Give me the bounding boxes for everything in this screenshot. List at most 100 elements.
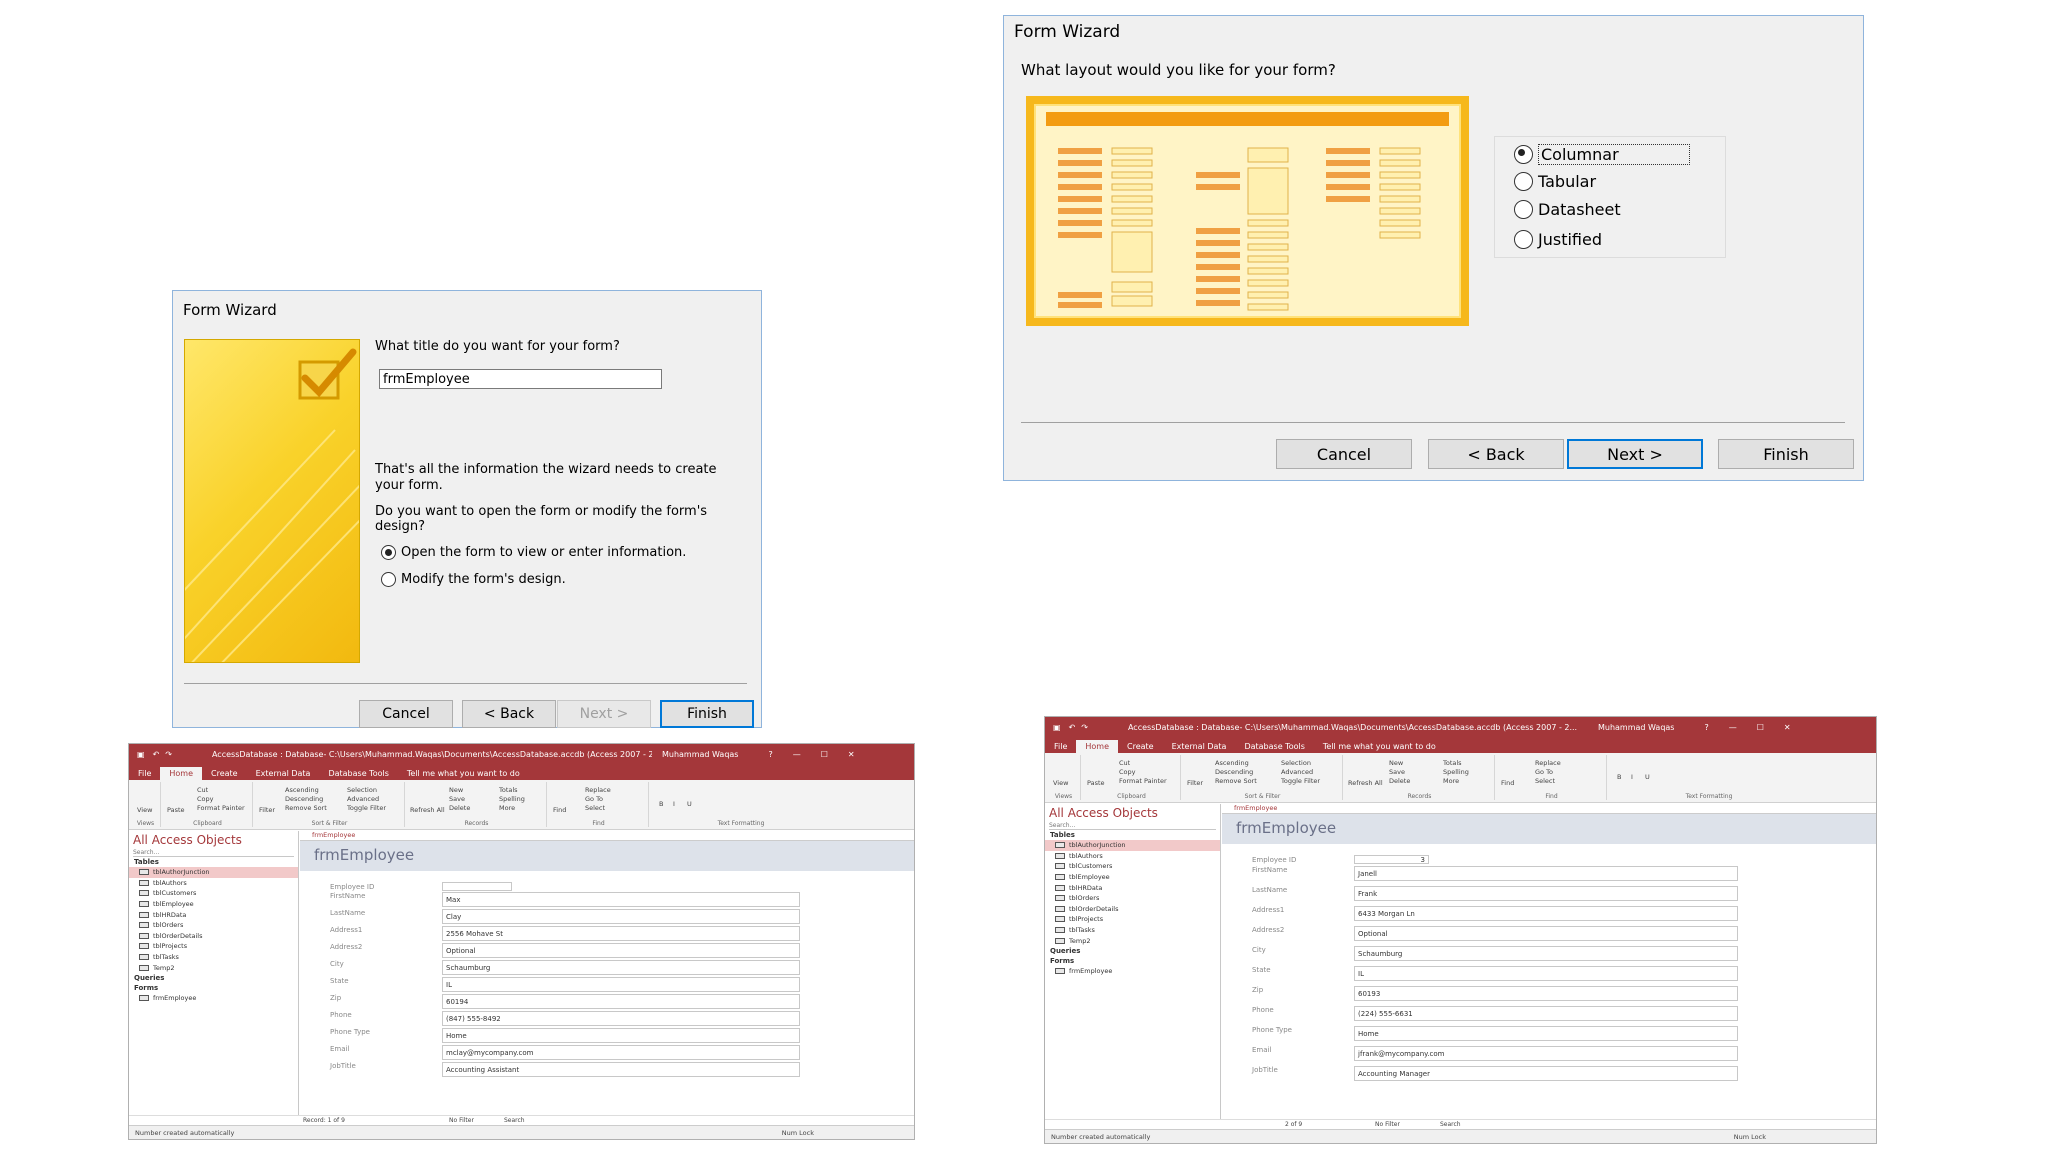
field-jobtitle[interactable]: Accounting Assistant	[442, 1062, 800, 1077]
cut-button[interactable]: Cut	[197, 786, 208, 794]
nav-table-item[interactable]: tblOrderDetails	[129, 931, 298, 942]
field-city[interactable]: Schaumburg	[1354, 946, 1738, 961]
field-address2[interactable]: Optional	[442, 943, 800, 958]
nav-section-queries[interactable]: Queries	[1045, 946, 1220, 956]
nav-section-forms[interactable]: Forms	[129, 983, 298, 993]
refresh-all-button[interactable]: Refresh All	[1348, 779, 1383, 787]
field-employee-id[interactable]: 3	[1354, 855, 1429, 864]
tab-file[interactable]: File	[129, 767, 160, 780]
field-phone[interactable]: (847) 555-8492	[442, 1011, 800, 1026]
field-lastname[interactable]: Clay	[442, 909, 800, 924]
tab-file[interactable]: File	[1045, 740, 1076, 753]
radio-tabular[interactable]: Tabular	[1514, 172, 1596, 191]
nav-section-forms[interactable]: Forms	[1045, 956, 1220, 966]
tab-external-data[interactable]: External Data	[1163, 740, 1236, 753]
more-button[interactable]: More	[499, 804, 515, 812]
close-icon[interactable]: ✕	[1784, 723, 1791, 732]
record-position[interactable]: Record: 1 of 9	[303, 1117, 345, 1124]
minimize-icon[interactable]: —	[1729, 723, 1737, 732]
view-button[interactable]: View	[137, 806, 152, 814]
filter-button[interactable]: Filter	[1187, 779, 1203, 787]
nav-table-item[interactable]: tblOrders	[129, 920, 298, 931]
tab-home[interactable]: Home	[160, 767, 203, 780]
tab-create[interactable]: Create	[1118, 740, 1163, 753]
spelling-button[interactable]: Spelling	[1443, 768, 1469, 776]
nav-table-item[interactable]: tblCustomers	[129, 888, 298, 899]
next-button[interactable]: Next >	[557, 700, 651, 728]
field-address1[interactable]: 2556 Mohave St	[442, 926, 800, 941]
go-to-button[interactable]: Go To	[1535, 768, 1553, 776]
underline-button[interactable]: U	[687, 800, 692, 808]
remove-sort-button[interactable]: Remove Sort	[285, 804, 327, 812]
record-position[interactable]: 2 of 9	[1285, 1121, 1302, 1128]
ascending-button[interactable]: Ascending	[1215, 759, 1249, 767]
nav-table-item[interactable]: tblHRData	[129, 909, 298, 920]
radio-justified[interactable]: Justified	[1514, 230, 1602, 249]
cancel-button[interactable]: Cancel	[359, 700, 453, 728]
nav-table-item[interactable]: tblTasks	[129, 952, 298, 963]
bold-button[interactable]: B	[1617, 773, 1621, 781]
nav-title[interactable]: All Access Objects	[1045, 804, 1220, 822]
tell-me-search[interactable]: Tell me what you want to do	[398, 767, 529, 780]
minimize-icon[interactable]: —	[793, 750, 801, 759]
back-button[interactable]: < Back	[462, 700, 556, 728]
field-jobtitle[interactable]: Accounting Manager	[1354, 1066, 1738, 1081]
nav-section-tables[interactable]: Tables	[129, 857, 298, 867]
advanced-button[interactable]: Advanced	[1281, 768, 1313, 776]
tab-database-tools[interactable]: Database Tools	[319, 767, 397, 780]
save-record-button[interactable]: Save	[449, 795, 465, 803]
field-firstname[interactable]: Janell	[1354, 866, 1738, 881]
nav-table-item[interactable]: tblCustomers	[1045, 861, 1220, 872]
form-title-input[interactable]	[379, 369, 662, 389]
toggle-filter-button[interactable]: Toggle Filter	[1281, 777, 1320, 785]
nav-title[interactable]: All Access Objects	[129, 831, 298, 849]
field-email[interactable]: jfrank@mycompany.com	[1354, 1046, 1738, 1061]
cancel-button[interactable]: Cancel	[1276, 439, 1412, 469]
field-city[interactable]: Schaumburg	[442, 960, 800, 975]
nav-table-item[interactable]: tblTasks	[1045, 925, 1220, 936]
new-record-button[interactable]: New	[1389, 759, 1403, 767]
more-button[interactable]: More	[1443, 777, 1459, 785]
nav-table-item[interactable]: tblProjects	[1045, 914, 1220, 925]
radio-datasheet[interactable]: Datasheet	[1514, 200, 1621, 219]
nav-table-item[interactable]: tblAuthors	[1045, 851, 1220, 862]
radio-modify-design[interactable]: Modify the form's design.	[381, 572, 566, 587]
underline-button[interactable]: U	[1645, 773, 1650, 781]
format-painter-button[interactable]: Format Painter	[197, 804, 245, 812]
redo-icon[interactable]: ↷	[1081, 723, 1088, 732]
close-icon[interactable]: ✕	[848, 750, 855, 759]
radio-open-form[interactable]: Open the form to view or enter informati…	[381, 545, 686, 560]
save-record-button[interactable]: Save	[1389, 768, 1405, 776]
select-button[interactable]: Select	[1535, 777, 1555, 785]
nav-table-item[interactable]: tblOrderDetails	[1045, 904, 1220, 915]
descending-button[interactable]: Descending	[1215, 768, 1253, 776]
find-button[interactable]: Find	[553, 806, 566, 814]
selection-button[interactable]: Selection	[347, 786, 377, 794]
italic-button[interactable]: I	[1631, 773, 1633, 781]
nav-table-item[interactable]: Temp2	[1045, 935, 1220, 946]
find-button[interactable]: Find	[1501, 779, 1514, 787]
delete-record-button[interactable]: Delete	[1389, 777, 1410, 785]
nav-form-item[interactable]: frmEmployee	[1045, 966, 1220, 977]
back-button[interactable]: < Back	[1428, 439, 1564, 469]
totals-button[interactable]: Totals	[499, 786, 518, 794]
replace-button[interactable]: Replace	[1535, 759, 1561, 767]
nav-table-item[interactable]: tblAuthorJunction	[129, 867, 298, 878]
refresh-all-button[interactable]: Refresh All	[410, 806, 445, 814]
view-button[interactable]: View	[1053, 779, 1068, 787]
help-icon[interactable]: ?	[768, 750, 772, 759]
finish-button[interactable]: Finish	[660, 700, 754, 728]
remove-sort-button[interactable]: Remove Sort	[1215, 777, 1257, 785]
nav-table-item[interactable]: tblEmployee	[1045, 872, 1220, 883]
field-address2[interactable]: Optional	[1354, 926, 1738, 941]
form-document-tab[interactable]: frmEmployee	[300, 831, 914, 841]
cut-button[interactable]: Cut	[1119, 759, 1130, 767]
filter-button[interactable]: Filter	[259, 806, 275, 814]
spelling-button[interactable]: Spelling	[499, 795, 525, 803]
nav-table-item[interactable]: tblProjects	[129, 941, 298, 952]
new-record-button[interactable]: New	[449, 786, 463, 794]
field-employee-id[interactable]	[442, 882, 512, 891]
paste-button[interactable]: Paste	[1087, 779, 1105, 787]
tell-me-search[interactable]: Tell me what you want to do	[1314, 740, 1445, 753]
record-search[interactable]: Search	[1440, 1121, 1461, 1128]
